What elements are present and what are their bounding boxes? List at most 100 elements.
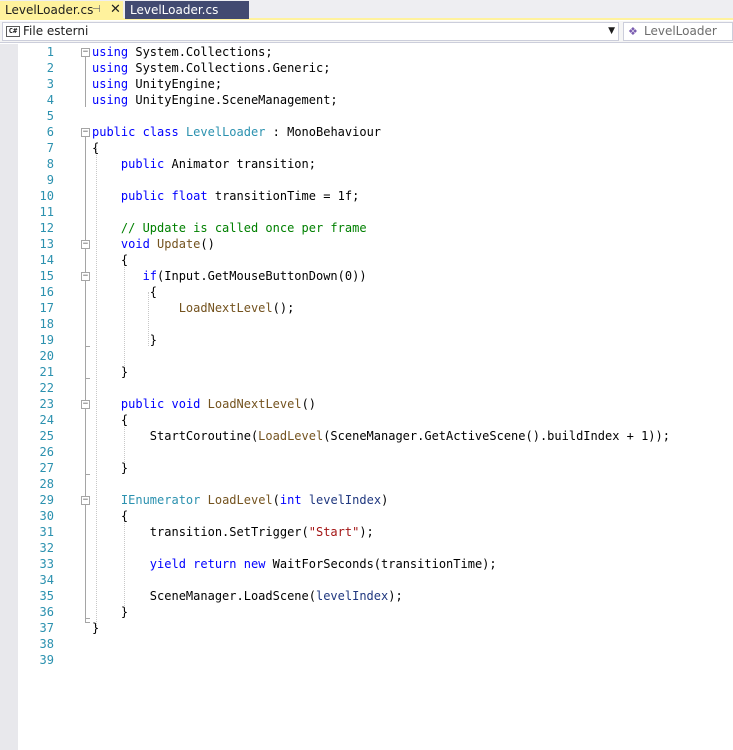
- code-line[interactable]: SceneManager.LoadScene(levelIndex);: [92, 588, 403, 604]
- code-token: float: [171, 189, 208, 203]
- code-token: public: [120, 157, 165, 171]
- code-line[interactable]: public void LoadNextLevel(): [92, 396, 316, 412]
- code-token: {: [92, 253, 129, 267]
- outline-end-tick: [85, 622, 90, 623]
- code-token: SceneManager.LoadScene(: [92, 589, 316, 603]
- line-number: 31: [39, 525, 54, 539]
- code-line[interactable]: using System.Collections.Generic;: [92, 60, 330, 76]
- code-token: }: [92, 621, 100, 635]
- code-line[interactable]: {: [92, 412, 128, 428]
- line-number: 29: [39, 493, 54, 507]
- code-token: System.Collections.Generic;: [128, 61, 331, 75]
- line-number: 38: [39, 637, 54, 651]
- line-number: 32: [39, 541, 54, 555]
- outline-end-tick: [85, 378, 90, 379]
- code-line[interactable]: }: [92, 620, 99, 636]
- outline-end-tick: [85, 618, 90, 619]
- code-token: transition.SetTrigger(: [92, 525, 309, 539]
- code-line[interactable]: {: [92, 252, 128, 268]
- code-line[interactable]: public float transitionTime = 1f;: [92, 188, 359, 204]
- code-token: WaitForSeconds(transitionTime);: [265, 557, 497, 571]
- line-number: 35: [39, 589, 54, 603]
- code-token: }: [92, 461, 129, 475]
- code-line[interactable]: transition.SetTrigger("Start");: [92, 524, 374, 540]
- code-line[interactable]: if(Input.GetMouseButtonDown(0)): [92, 268, 367, 284]
- outline-end-tick: [85, 346, 90, 347]
- code-line[interactable]: LoadNextLevel();: [92, 300, 295, 316]
- tab-levelloader-active[interactable]: LevelLoader.cs ⊣ ✕: [0, 1, 123, 19]
- code-token: class: [142, 125, 179, 139]
- code-editor[interactable]: 1 2 3 4 5 6 7 8 9 10 11 12 13 14 15 16 17 18 19 20 21 22 23 24 2…: [0, 44, 733, 750]
- code-line[interactable]: }: [92, 604, 128, 620]
- line-number: 27: [39, 461, 54, 475]
- collapse-icon[interactable]: −: [81, 400, 90, 409]
- code-line[interactable]: using UnityEngine;: [92, 76, 222, 92]
- code-token: public: [92, 125, 136, 139]
- line-number: 11: [39, 205, 54, 219]
- line-number: 21: [39, 365, 54, 379]
- csharp-file-icon: C#: [6, 26, 20, 37]
- collapse-icon[interactable]: −: [81, 240, 90, 249]
- collapse-icon[interactable]: −: [81, 48, 90, 57]
- line-number: 14: [39, 253, 54, 267]
- close-icon[interactable]: ✕: [110, 1, 121, 19]
- code-line[interactable]: // Update is called once per frame: [92, 220, 367, 236]
- outline-end-tick: [85, 474, 90, 475]
- code-line[interactable]: void Update(): [92, 236, 215, 252]
- line-number: 13: [39, 237, 54, 251]
- code-line[interactable]: {: [92, 140, 99, 156]
- code-token: public: [120, 189, 165, 203]
- line-number: 23: [39, 397, 54, 411]
- tab-label: LevelLoader.cs: [130, 3, 219, 17]
- project-dropdown[interactable]: C# File esterni ▼: [2, 22, 619, 41]
- code-line[interactable]: using UnityEngine.SceneManagement;: [92, 92, 338, 108]
- code-token: using: [92, 77, 129, 91]
- class-dropdown[interactable]: ❖ LevelLoader: [623, 22, 733, 41]
- line-number: 2: [46, 61, 54, 75]
- indicator-margin: [0, 44, 18, 750]
- code-line[interactable]: }: [92, 332, 157, 348]
- code-line[interactable]: public class LevelLoader : MonoBehaviour: [92, 124, 381, 140]
- tab-levelloader-inactive[interactable]: LevelLoader.cs: [125, 1, 249, 19]
- code-line[interactable]: using System.Collections;: [92, 44, 273, 60]
- code-line[interactable]: IEnumerator LoadLevel(int levelIndex): [92, 492, 388, 508]
- line-number: 18: [39, 317, 54, 331]
- code-token: UnityEngine;: [128, 77, 223, 91]
- code-token: (Input.GetMouseButtonDown(0)): [157, 269, 367, 283]
- line-number: 33: [39, 557, 54, 571]
- collapse-icon[interactable]: −: [81, 272, 90, 281]
- code-token: (: [272, 493, 280, 507]
- code-token: {: [92, 285, 158, 299]
- line-number: 7: [46, 141, 54, 155]
- line-number: 17: [39, 301, 54, 315]
- code-line[interactable]: yield return new WaitForSeconds(transiti…: [92, 556, 497, 572]
- code-token: public: [120, 397, 165, 411]
- code-line[interactable]: }: [92, 364, 128, 380]
- code-token: : MonoBehaviour: [265, 125, 382, 139]
- line-number: 3: [46, 77, 54, 91]
- collapse-icon[interactable]: −: [81, 128, 90, 137]
- code-token: levelIndex: [308, 493, 382, 507]
- collapse-icon[interactable]: −: [81, 496, 90, 505]
- pin-icon[interactable]: ⊣: [92, 1, 101, 19]
- code-line[interactable]: {: [92, 284, 157, 300]
- code-line[interactable]: {: [92, 508, 128, 524]
- code-token: LoadLevel: [258, 429, 324, 443]
- code-token: // Update is called once per frame: [120, 221, 367, 235]
- code-token: System.Collections;: [128, 45, 273, 59]
- line-number: 30: [39, 509, 54, 523]
- code-line[interactable]: }: [92, 460, 128, 476]
- code-line[interactable]: StartCoroutine(LoadLevel(SceneManager.Ge…: [92, 428, 670, 444]
- code-line[interactable]: public Animator transition;: [92, 156, 316, 172]
- code-token: new: [243, 557, 266, 571]
